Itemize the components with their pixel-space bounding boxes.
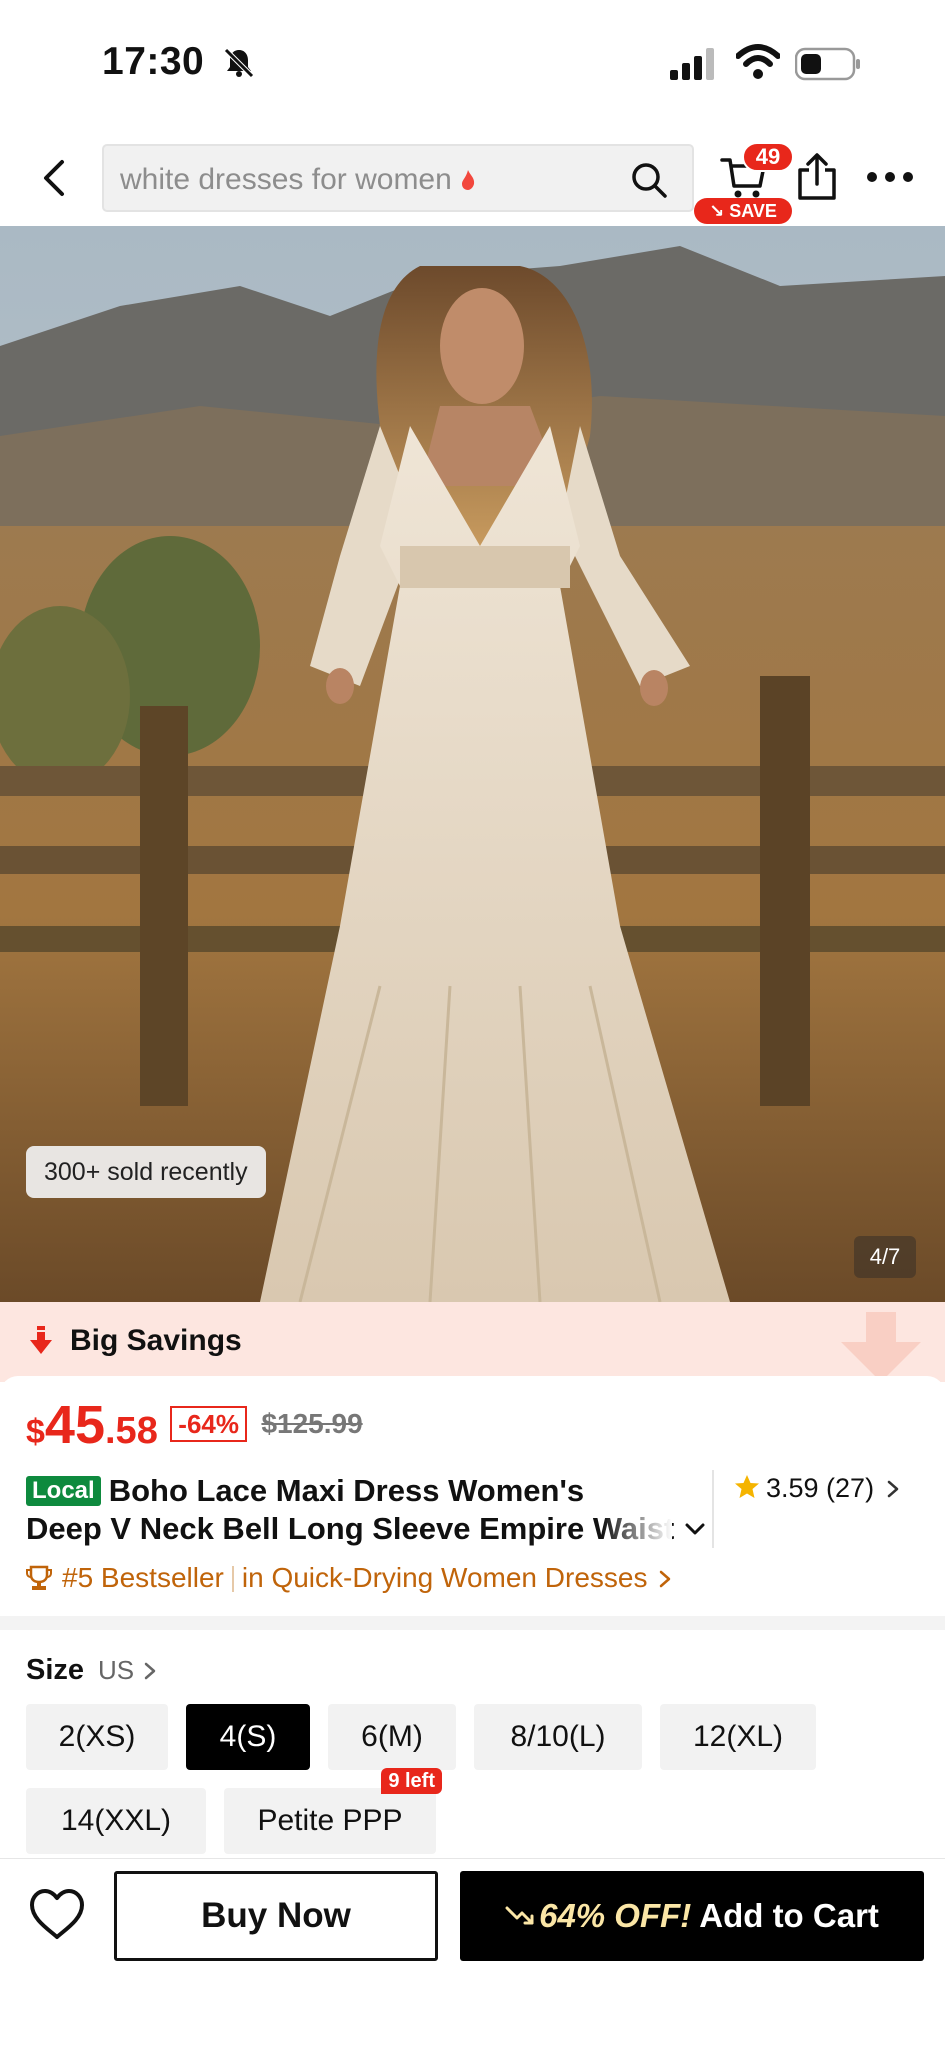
original-price: $125.99 — [261, 1408, 363, 1439]
size-header[interactable]: Size US — [26, 1650, 156, 1690]
buy-now-button[interactable]: Buy Now — [114, 1871, 438, 1961]
trending-flame-icon — [461, 170, 474, 190]
add-to-cart-label: Add to Cart — [699, 1897, 879, 1934]
chevron-right-icon — [887, 1480, 899, 1498]
save-tag: ↘ SAVE — [694, 198, 792, 224]
size-option-2xs[interactable]: 2(XS) — [26, 1704, 168, 1770]
bestseller-rank: #5 Bestseller — [62, 1562, 224, 1593]
savings-decoration-icon — [841, 1312, 921, 1382]
size-option-12xl[interactable]: 12(XL) — [660, 1704, 816, 1770]
heart-icon[interactable] — [28, 1887, 86, 1941]
product-info-card: $45.58 -64% $125.99 Local Boho Lace Maxi … — [0, 1376, 945, 1616]
add-to-cart-discount: 64% OFF! — [539, 1897, 692, 1934]
size-option-14xxl[interactable]: 14(XXL) — [26, 1788, 206, 1854]
product-title-line2: Deep V Neck Bell Long Sleeve Empire Wais… — [26, 1510, 706, 1548]
cart-count-badge: 49 — [742, 142, 794, 172]
big-savings-band: Big Savings — [0, 1302, 945, 1382]
section-divider — [0, 1616, 945, 1630]
product-image-carousel[interactable]: 300+ sold recently 4/7 — [0, 226, 945, 1302]
title-rating-divider — [712, 1470, 714, 1548]
chevron-right-icon — [144, 1662, 156, 1680]
save-tag-label: SAVE — [729, 201, 777, 221]
local-badge: Local — [26, 1476, 101, 1506]
image-counter: 4/7 — [854, 1236, 916, 1278]
size-option-petite-ppp[interactable]: Petite PPP 9 left — [224, 1768, 442, 1854]
chevron-right-icon — [660, 1570, 671, 1588]
cart-button[interactable]: 49 ↘ SAVE — [694, 142, 794, 224]
top-nav: white dresses for women 49 ↘ SAVE — [0, 128, 945, 226]
share-icon[interactable] — [794, 152, 840, 202]
add-to-cart-button[interactable]: 64% OFF! Add to Cart — [460, 1871, 924, 1961]
size-unit: US — [98, 1655, 135, 1685]
search-input[interactable]: white dresses for women — [102, 144, 694, 212]
rating-value: 3.59 (27) — [766, 1473, 875, 1503]
title-fade — [602, 1510, 672, 1548]
product-photo — [0, 226, 945, 1302]
price-main: 45 — [44, 1395, 105, 1455]
price-cents: .58 — [105, 1410, 158, 1452]
price-row: $45.58 -64% $125.99 — [26, 1394, 363, 1455]
trend-down-icon — [505, 1906, 534, 1925]
search-query-label: white dresses for women — [120, 163, 452, 196]
cellular-signal-icon — [670, 48, 714, 80]
discount-badge: -64% — [170, 1406, 247, 1442]
stock-left-tag: 9 left — [381, 1768, 442, 1794]
search-query-text: white dresses for women — [120, 163, 476, 197]
battery-icon — [795, 47, 860, 81]
search-icon[interactable] — [630, 161, 668, 199]
bestseller-separator — [231, 1566, 234, 1592]
star-icon — [735, 1475, 759, 1498]
more-options-icon[interactable] — [866, 170, 914, 184]
size-option-8-10l[interactable]: 8/10(L) — [474, 1704, 642, 1770]
big-savings-label: Big Savings — [70, 1324, 242, 1357]
size-option-6m[interactable]: 6(M) — [328, 1704, 456, 1770]
back-arrow-icon[interactable] — [30, 154, 78, 202]
size-option-4s[interactable]: 4(S) — [186, 1704, 310, 1770]
bestseller-row[interactable]: #5 Bestseller in Quick-Drying Women Dress… — [26, 1558, 671, 1598]
product-title-text1: Boho Lace Maxi Dress Women's — [108, 1473, 585, 1508]
bell-slash-icon — [224, 48, 254, 78]
bottom-action-bar: Buy Now 64% OFF! Add to Cart — [0, 1858, 945, 2048]
chevron-down-icon[interactable] — [684, 1520, 706, 1540]
trophy-icon — [26, 1565, 52, 1590]
bestseller-category: in Quick-Drying Women Dresses — [241, 1562, 648, 1593]
wifi-icon — [736, 44, 780, 79]
status-bar: 17:30 — [0, 0, 945, 128]
product-title[interactable]: Local Boho Lace Maxi Dress Women's Deep V… — [26, 1472, 706, 1548]
product-title-line1: Local Boho Lace Maxi Dress Women's — [26, 1472, 706, 1510]
product-title-text2: Deep V Neck Bell Long Sleeve Empire Wais… — [26, 1511, 675, 1546]
size-option-petite-label: Petite PPP — [257, 1804, 403, 1837]
sold-recently-badge: 300+ sold recently — [26, 1146, 266, 1198]
status-time: 17:30 — [102, 40, 205, 83]
down-arrow-icon — [30, 1326, 52, 1354]
size-label: Size — [26, 1654, 85, 1686]
rating-summary[interactable]: 3.59 (27) — [734, 1468, 900, 1508]
price-currency: $ — [26, 1413, 45, 1451]
